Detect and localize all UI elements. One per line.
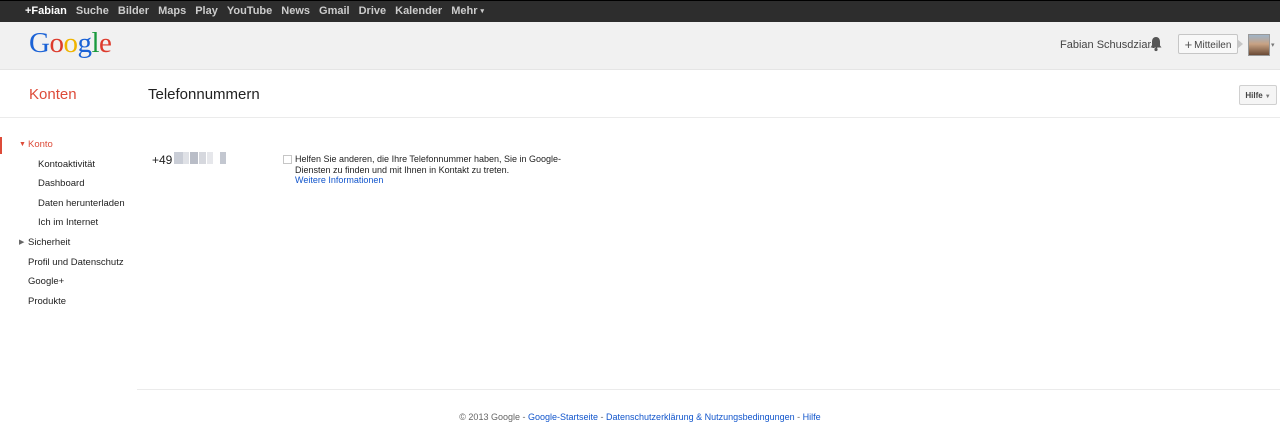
plus-icon: +: [1184, 37, 1193, 52]
sidebar-item-label: Produkte: [28, 295, 67, 307]
divider: [0, 117, 1280, 118]
phone-number-redacted: [174, 152, 228, 164]
collapsed-triangle-icon: ▶: [19, 238, 25, 246]
footer-link-privacy-terms[interactable]: Datenschutzerklärung & Nutzungsbedingung…: [606, 412, 795, 422]
notification-bell-icon[interactable]: [1149, 36, 1163, 52]
sidebar-item-google-plus[interactable]: Google+: [0, 274, 130, 294]
sidebar-item-kontoaktivitaet[interactable]: Kontoaktivität: [0, 157, 130, 177]
topbar-item-calendar[interactable]: Kalender: [390, 1, 446, 22]
sidebar-item-konto[interactable]: ▼ Konto: [0, 137, 130, 157]
footer: © 2013 Google - Google-Startseite - Date…: [459, 412, 821, 422]
sidebar-item-label: Google+: [28, 276, 65, 288]
topbar-item-youtube[interactable]: YouTube: [222, 1, 276, 22]
topbar-item-images[interactable]: Bilder: [113, 1, 153, 22]
sidebar-item-label: Kontoaktivität: [38, 158, 96, 170]
discoverable-help-text: Helfen Sie anderen, die Ihre Telefonnumm…: [295, 154, 565, 186]
footer-copyright: © 2013 Google: [459, 412, 520, 422]
sidebar-item-sicherheit[interactable]: ▶ Sicherheit: [0, 235, 130, 255]
footer-link-help[interactable]: Hilfe: [803, 412, 821, 422]
topbar-item-maps[interactable]: Maps: [153, 1, 190, 22]
header: Google Fabian Schusdziara + Mitteilen ▾: [0, 22, 1280, 70]
sidebar-item-ich-im-internet[interactable]: Ich im Internet: [0, 215, 130, 235]
chevron-down-icon: ▾: [480, 8, 485, 15]
user-name[interactable]: Fabian Schusdziara: [1060, 39, 1157, 51]
topbar-item-gmail[interactable]: Gmail: [314, 1, 354, 22]
sidebar-item-produkte[interactable]: Produkte: [0, 294, 130, 314]
share-button-label: Mitteilen: [1194, 40, 1232, 51]
sidebar-item-label: Ich im Internet: [38, 217, 99, 229]
google-logo[interactable]: Google: [29, 27, 112, 60]
top-navigation-bar: +Fabian Suche Bilder Maps Play YouTube N…: [0, 0, 1280, 22]
footer-link-google-home[interactable]: Google-Startseite: [528, 412, 598, 422]
topbar-item-drive[interactable]: Drive: [354, 1, 391, 22]
avatar-chevron-down-icon[interactable]: ▾: [1271, 41, 1275, 49]
more-info-link[interactable]: Weitere Informationen: [295, 175, 565, 186]
sidebar-item-label: Profil und Datenschutz: [28, 256, 124, 268]
expanded-triangle-icon: ▼: [19, 141, 26, 148]
phone-number-prefix: +49: [152, 153, 173, 167]
footer-divider: [137, 389, 1280, 390]
discoverable-description: Helfen Sie anderen, die Ihre Telefonnumm…: [295, 154, 562, 175]
chevron-down-icon: ▼: [1264, 94, 1271, 100]
sidebar: ▼ Konto Kontoaktivität Dashboard Daten he…: [0, 137, 130, 313]
sidebar-item-dashboard[interactable]: Dashboard: [0, 176, 130, 196]
topbar-item-more[interactable]: Mehr ▾: [446, 1, 488, 22]
sidebar-item-label: Konto: [28, 139, 53, 150]
help-button-label: Hilfe: [1245, 91, 1263, 100]
section-title: Konten: [29, 86, 77, 103]
page-title: Telefonnummern: [148, 86, 260, 103]
sidebar-item-profil-datenschutz[interactable]: Profil und Datenschutz: [0, 255, 130, 275]
discoverable-checkbox[interactable]: [283, 155, 292, 164]
sidebar-item-label: Daten herunterladen: [38, 197, 125, 209]
help-button[interactable]: Hilfe ▼: [1239, 85, 1277, 105]
sidebar-item-label: Dashboard: [38, 178, 85, 190]
avatar[interactable]: [1248, 34, 1270, 56]
share-button[interactable]: + Mitteilen: [1178, 34, 1238, 54]
topbar-more-label: Mehr: [451, 5, 478, 17]
topbar-item-news[interactable]: News: [276, 1, 314, 22]
topbar-item-play[interactable]: Play: [190, 1, 222, 22]
sidebar-item-daten-herunterladen[interactable]: Daten herunterladen: [0, 196, 130, 216]
topbar-item-profile[interactable]: +Fabian: [20, 1, 71, 22]
sidebar-item-label: Sicherheit: [28, 236, 71, 248]
topbar-item-search[interactable]: Suche: [71, 1, 113, 22]
share-pointer-notch: [1237, 39, 1243, 49]
